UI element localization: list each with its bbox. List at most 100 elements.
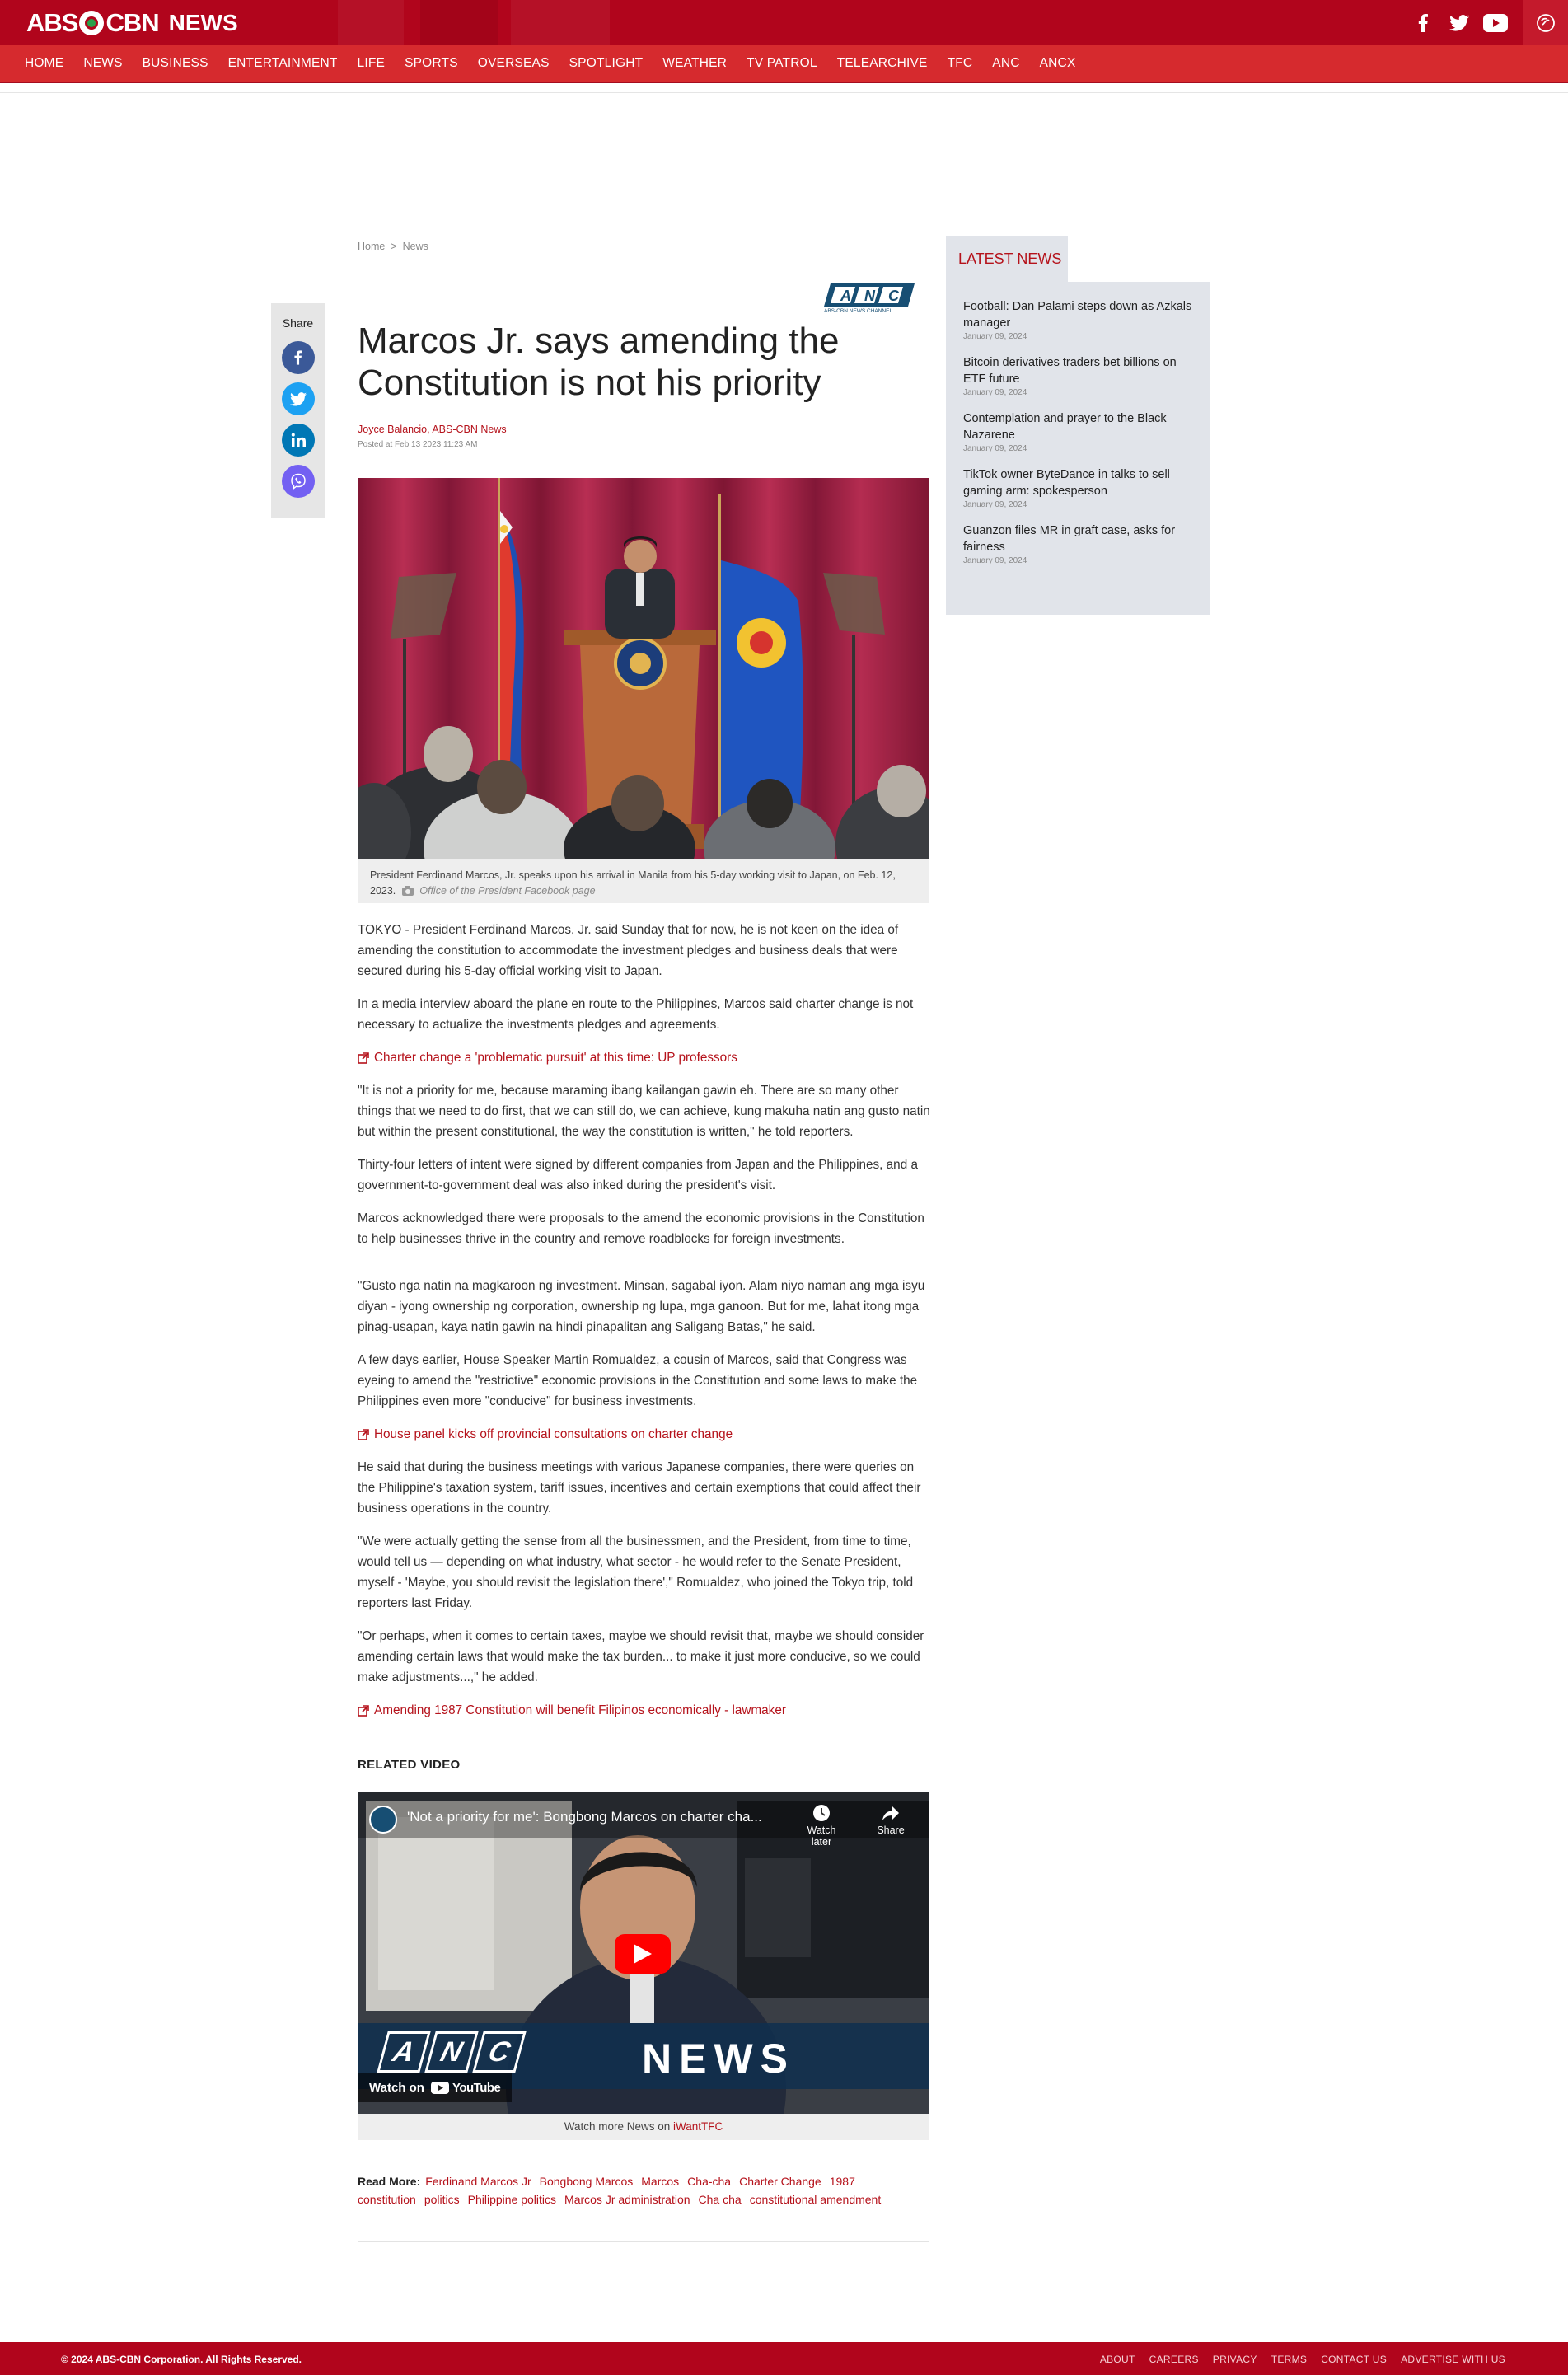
nav-telearchive[interactable]: TELEARCHIVE <box>837 56 928 71</box>
share-facebook-icon[interactable] <box>281 341 315 374</box>
clock-icon <box>813 1805 830 1821</box>
tag-link[interactable]: politics <box>424 2193 460 2206</box>
top-brand-bar: ABS CBN NEWS <box>0 0 1568 45</box>
paragraph: "It is not a priority for me, because ma… <box>358 1084 930 1139</box>
photo-caption: President Ferdinand Marcos, Jr. speaks u… <box>358 859 929 903</box>
play-button[interactable] <box>615 1934 671 1974</box>
latest-news-item[interactable]: Football: Dan Palami steps down as Azkal… <box>963 298 1193 341</box>
latest-news-headline[interactable]: Football: Dan Palami steps down as Azkal… <box>963 298 1193 331</box>
header-decoration <box>420 0 498 45</box>
latest-news-item[interactable]: Contemplation and prayer to the Black Na… <box>963 410 1193 453</box>
video-channel-avatar[interactable] <box>369 1806 397 1834</box>
paragraph: In a media interview aboard the plane en… <box>358 997 914 1032</box>
latest-news-date: January 09, 2024 <box>963 500 1027 509</box>
latest-news-headline[interactable]: Contemplation and prayer to the Black Na… <box>963 410 1193 443</box>
abs-cbn-news-logo[interactable]: ABS CBN NEWS <box>26 8 238 37</box>
tag-link[interactable]: Marcos <box>641 2175 679 2188</box>
related-link[interactable]: Charter change a 'problematic pursuit' a… <box>358 1047 934 1068</box>
breadcrumb-separator: > <box>391 241 397 252</box>
tag-link[interactable]: constitutional amendment <box>750 2193 882 2206</box>
tag-link[interactable]: Marcos Jr administration <box>564 2193 690 2206</box>
nav-tv-patrol[interactable]: TV PATROL <box>747 56 817 71</box>
latest-news-item[interactable]: Guanzon files MR in graft case, asks for… <box>963 522 1193 565</box>
nav-news[interactable]: NEWS <box>83 56 122 71</box>
paragraph: A few days earlier, House Speaker Martin… <box>358 1353 918 1408</box>
latest-news-date: January 09, 2024 <box>963 556 1027 565</box>
logo-cbn-text: CBN <box>105 8 159 37</box>
latest-news-heading: LATEST NEWS <box>946 236 1068 282</box>
play-icon <box>634 1944 652 1964</box>
paragraph: "We were actually getting the sense from… <box>358 1534 914 1610</box>
nav-spotlight[interactable]: SPOTLIGHT <box>569 56 644 71</box>
anc-logo: A N C ABS-CBN NEWS CHANNEL <box>822 282 916 314</box>
logo-abs-text: ABS <box>26 8 78 37</box>
watch-later-button[interactable]: Watch later <box>797 1804 846 1848</box>
nav-tfc[interactable]: TFC <box>948 56 973 71</box>
sso-icon[interactable] <box>1523 0 1568 45</box>
share-linkedin-icon[interactable] <box>281 424 315 457</box>
banner-anc-logo: A N C <box>377 2031 527 2073</box>
iwanttfc-link[interactable]: iWantTFC <box>673 2120 723 2133</box>
banner-news-text: NEWS <box>642 2035 795 2082</box>
share-twitter-icon[interactable] <box>281 382 315 415</box>
nav-anc[interactable]: ANC <box>992 56 1019 71</box>
article-author[interactable]: Joyce Balancio, ABS-CBN News <box>358 424 507 435</box>
breadcrumb-news[interactable]: News <box>403 241 428 252</box>
youtube-embed[interactable]: 'Not a priority for me': Bongbong Marcos… <box>358 1792 929 2114</box>
related-link[interactable]: Amending 1987 Constitution will benefit … <box>358 1700 934 1721</box>
tag-link[interactable]: Cha cha <box>699 2193 742 2206</box>
latest-news-item[interactable]: Bitcoin derivatives traders bet billions… <box>963 354 1193 397</box>
footer-link-about[interactable]: ABOUT <box>1100 2354 1135 2365</box>
nav-business[interactable]: BUSINESS <box>143 56 208 71</box>
share-viber-icon[interactable] <box>281 465 315 498</box>
nav-life[interactable]: LIFE <box>358 56 386 71</box>
twitter-icon[interactable] <box>1445 9 1473 37</box>
facebook-icon[interactable] <box>1409 9 1437 37</box>
latest-news-headline[interactable]: Bitcoin derivatives traders bet billions… <box>963 354 1193 387</box>
tag-link[interactable]: Bongbong Marcos <box>540 2175 634 2188</box>
share-arrow-icon <box>882 1806 899 1820</box>
tag-link[interactable]: Cha-cha <box>687 2175 731 2188</box>
footer-link-terms[interactable]: TERMS <box>1271 2354 1308 2365</box>
footer-link-privacy[interactable]: PRIVACY <box>1213 2354 1257 2365</box>
nav-overseas[interactable]: OVERSEAS <box>478 56 550 71</box>
latest-news-item[interactable]: TikTok owner ByteDance in talks to sell … <box>963 466 1193 509</box>
latest-news-date: January 09, 2024 <box>963 388 1027 397</box>
footer-link-advertise[interactable]: ADVERTISE WITH US <box>1401 2354 1505 2365</box>
nav-entertainment[interactable]: ENTERTAINMENT <box>228 56 338 71</box>
article-posted-date: Posted at Feb 13 2023 11:23 AM <box>358 440 478 449</box>
watch-on-youtube-button[interactable]: Watch on YouTube <box>358 2073 513 2102</box>
paragraph: TOKYO - President Ferdinand Marcos, Jr. … <box>358 923 899 978</box>
related-link-text: Charter change a 'problematic pursuit' a… <box>374 1051 737 1065</box>
tag-link[interactable]: Ferdinand Marcos Jr <box>425 2175 531 2188</box>
latest-news-list: Football: Dan Palami steps down as Azkal… <box>946 282 1210 615</box>
logo-eye-icon <box>79 11 105 35</box>
related-link-text: House panel kicks off provincial consult… <box>374 1427 733 1441</box>
video-share-button[interactable]: Share <box>870 1804 911 1836</box>
article-end-divider <box>358 2241 929 2242</box>
header-social-links <box>1409 0 1568 45</box>
nav-home[interactable]: HOME <box>25 56 63 71</box>
nav-weather[interactable]: WEATHER <box>662 56 727 71</box>
related-link[interactable]: House panel kicks off provincial consult… <box>358 1424 934 1445</box>
latest-news-headline[interactable]: Guanzon files MR in graft case, asks for… <box>963 522 1193 555</box>
video-title[interactable]: 'Not a priority for me': Bongbong Marcos… <box>407 1809 762 1825</box>
youtube-logo-icon <box>430 2081 449 2094</box>
nav-ancx[interactable]: ANCX <box>1040 56 1076 71</box>
breadcrumb-home[interactable]: Home <box>358 241 385 252</box>
latest-news-headline[interactable]: TikTok owner ByteDance in talks to sell … <box>963 466 1193 499</box>
youtube-icon[interactable] <box>1481 9 1509 37</box>
nav-sports[interactable]: SPORTS <box>405 56 458 71</box>
footer-link-careers[interactable]: CAREERS <box>1149 2354 1199 2365</box>
footer-link-contact-us[interactable]: CONTACT US <box>1321 2354 1387 2365</box>
hero-photo <box>358 478 929 859</box>
breadcrumb: Home > News <box>358 241 428 252</box>
site-footer: © 2024 ABS-CBN Corporation. All Rights R… <box>0 2342 1568 2375</box>
paragraph: Thirty-four letters of intent were signe… <box>358 1158 918 1192</box>
related-link-text: Amending 1987 Constitution will benefit … <box>374 1703 786 1717</box>
main-navigation: HOME NEWS BUSINESS ENTERTAINMENT LIFE SP… <box>0 45 1568 83</box>
tag-link[interactable]: Philippine politics <box>468 2193 556 2206</box>
nav-divider <box>0 83 1568 93</box>
tag-link[interactable]: Charter Change <box>739 2175 821 2188</box>
footer-links: ABOUT CAREERS PRIVACY TERMS CONTACT US A… <box>1086 2354 1505 2365</box>
